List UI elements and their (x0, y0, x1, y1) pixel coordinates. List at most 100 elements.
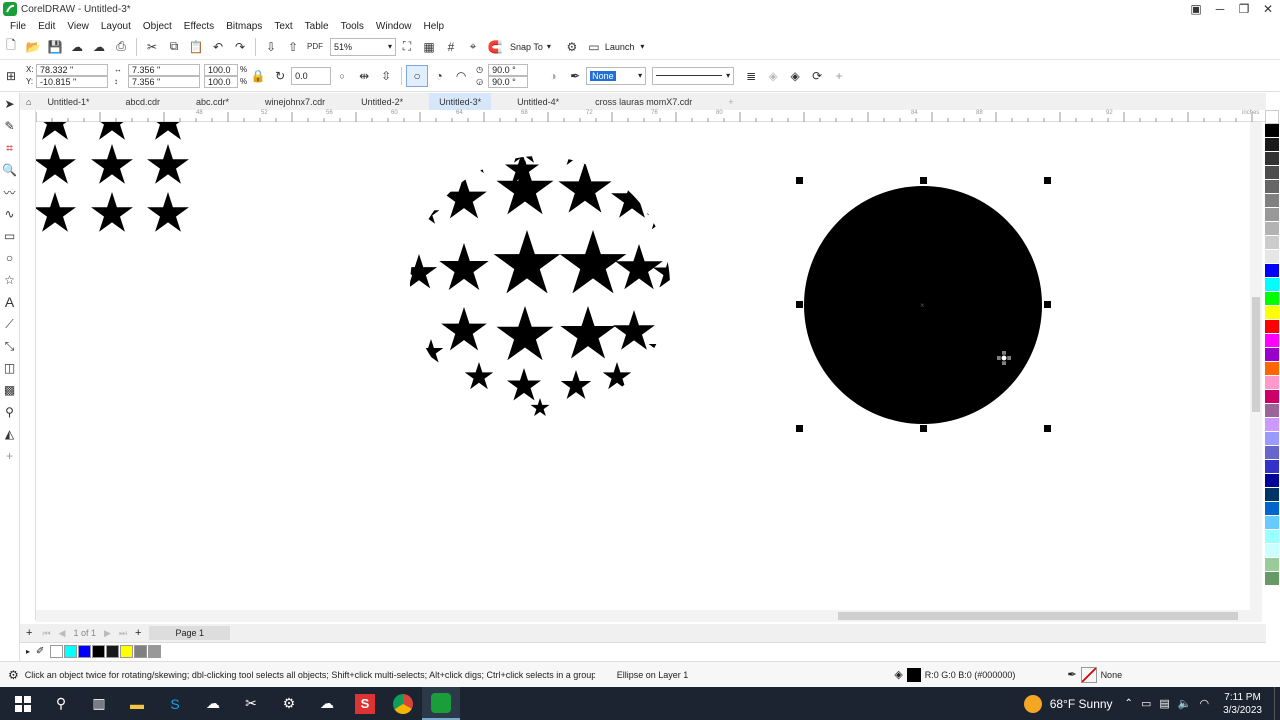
mirror-vertical-icon[interactable]: ⇳ (375, 65, 397, 87)
skype-icon[interactable]: S (156, 687, 194, 720)
pie-mode-icon[interactable]: ◔ (428, 65, 450, 87)
options-gear-icon[interactable]: ⚙ (561, 36, 583, 58)
artistic-media-icon[interactable]: ∿ (1, 203, 19, 225)
ellipse-tool-icon[interactable]: ○ (1, 247, 19, 269)
shape-tool-icon[interactable]: ✎ (1, 115, 19, 137)
windows-start-icon[interactable] (4, 687, 42, 720)
outline-width-dropdown[interactable]: None ▾ (586, 66, 647, 85)
drawing-canvas[interactable]: × (36, 122, 1258, 610)
x-position-input[interactable]: 78.332 " (36, 63, 108, 76)
palette-swatch[interactable] (1265, 166, 1279, 180)
tab-untitled-4[interactable]: Untitled-4* (507, 93, 569, 110)
volume-icon[interactable]: 🔈 (1178, 697, 1192, 710)
palette-swatch[interactable] (1265, 264, 1279, 278)
sunny-weather-icon[interactable] (1023, 694, 1042, 713)
palette-swatch[interactable] (1265, 334, 1279, 348)
selection-handle-bottom-right[interactable] (1044, 425, 1051, 432)
horizontal-ruler[interactable]: 48 52 56 60 64 68 72 76 80 84 88 92 inch… (36, 110, 1266, 122)
palette-swatch[interactable] (1265, 362, 1279, 376)
star-pattern-grid[interactable] (36, 122, 189, 232)
show-grid-icon[interactable]: # (440, 36, 462, 58)
undo-icon[interactable]: ↶ (207, 36, 229, 58)
palette-swatch[interactable] (1265, 502, 1279, 516)
horizontal-scrollbar[interactable] (36, 610, 1262, 622)
document-palette-swatch[interactable] (106, 645, 120, 658)
palette-swatch[interactable] (1265, 138, 1279, 152)
rotation-icon[interactable]: ↻ (269, 65, 291, 87)
object-origin-icon[interactable]: ⊞ (0, 65, 22, 87)
cloud-upload-icon[interactable]: ☁ (66, 36, 88, 58)
wps-icon[interactable]: S (346, 687, 384, 720)
text-tool-icon[interactable]: A (1, 291, 19, 313)
selection-handle-bottom-left[interactable] (796, 425, 803, 432)
document-palette-swatch[interactable] (120, 645, 134, 658)
weather-text[interactable]: 68°F Sunny (1050, 697, 1113, 711)
menu-effects[interactable]: Effects (184, 21, 214, 32)
add-tool-icon[interactable]: + (1, 445, 19, 467)
minimize-button[interactable]: ─ (1208, 0, 1232, 18)
mirror-horizontal-icon[interactable]: ⇹ (353, 65, 375, 87)
task-view-icon[interactable]: ▥ (80, 687, 118, 720)
drop-shadow-icon[interactable]: ◫ (1, 357, 19, 379)
clock-time[interactable]: 7:11 PM (1224, 691, 1261, 704)
menu-file[interactable]: File (10, 21, 26, 32)
palette-swatch[interactable] (1265, 390, 1279, 404)
redo-icon[interactable]: ↷ (229, 36, 251, 58)
add-page-icon[interactable]: + (26, 627, 32, 639)
menu-help[interactable]: Help (424, 21, 445, 32)
network-icon[interactable]: ▤ (1159, 697, 1169, 710)
status-gear-icon[interactable]: ⚙ (8, 668, 19, 682)
freehand-tool-icon[interactable]: 〰 (1, 181, 19, 203)
fill-color-swatch[interactable] (906, 667, 921, 682)
menu-view[interactable]: View (67, 21, 89, 32)
vertical-scrollbar[interactable] (1250, 122, 1262, 610)
palette-swatch[interactable] (1265, 320, 1279, 334)
pdf-icon[interactable]: PDF (304, 36, 326, 58)
palette-swatch[interactable] (1265, 488, 1279, 502)
vertical-ruler[interactable] (20, 110, 36, 620)
document-palette-swatch[interactable] (50, 645, 64, 658)
rectangle-tool-icon[interactable]: ▭ (1, 225, 19, 247)
cloud-app-icon[interactable]: ☁ (308, 687, 346, 720)
selection-handle-right[interactable] (1044, 301, 1051, 308)
launch-dropdown[interactable]: Launch (605, 42, 635, 52)
palette-swatch[interactable] (1265, 474, 1279, 488)
scale-height-input[interactable]: 100.0 (204, 75, 238, 88)
palette-swatch[interactable] (1265, 292, 1279, 306)
palette-swatch[interactable] (1265, 348, 1279, 362)
new-tab-icon[interactable]: + (718, 93, 743, 110)
palette-swatch[interactable] (1265, 516, 1279, 530)
parallel-dimension-icon[interactable]: ⟋ (1, 313, 19, 335)
menu-tools[interactable]: Tools (341, 21, 364, 32)
palette-swatch[interactable] (1265, 544, 1279, 558)
tab-abcd[interactable]: abcd.cdr (115, 93, 170, 110)
palette-swatch[interactable] (1265, 404, 1279, 418)
selection-handle-top-right[interactable] (1044, 177, 1051, 184)
menu-text[interactable]: Text (274, 21, 292, 32)
help-icon[interactable]: ▣ (1184, 0, 1208, 18)
palette-swatch[interactable] (1265, 124, 1279, 138)
show-desktop-button[interactable] (1274, 687, 1280, 720)
chrome-icon[interactable] (384, 687, 422, 720)
star-sphere[interactable] (401, 132, 687, 416)
wifi-icon[interactable]: ◠ (1199, 697, 1209, 710)
tab-untitled-1[interactable]: Untitled-1* (37, 93, 99, 110)
palette-swatch[interactable] (1265, 250, 1279, 264)
object-height-input[interactable]: 7.356 " (128, 75, 200, 88)
transparency-tool-icon[interactable]: ▩ (1, 379, 19, 401)
palette-swatch[interactable] (1265, 572, 1279, 586)
palette-swatch[interactable] (1265, 306, 1279, 320)
palette-swatch[interactable] (1265, 558, 1279, 572)
ellipse-mode-icon[interactable]: ○ (406, 64, 429, 87)
zoom-tool-icon[interactable]: 🔍 (1, 159, 19, 181)
outline-none-swatch[interactable] (1080, 666, 1097, 683)
search-icon[interactable]: ⚲ (42, 687, 80, 720)
new-document-icon[interactable]: 🗋 (0, 36, 22, 58)
to-back-icon[interactable]: ◈ (784, 65, 806, 87)
palette-swatch[interactable] (1265, 180, 1279, 194)
eyedropper-icon[interactable]: ✐ (36, 646, 44, 657)
pick-tool-icon[interactable]: ➤ (1, 93, 19, 115)
tab-abc[interactable]: abc.cdr* (186, 93, 239, 110)
cloud-share-icon[interactable]: ☁ (88, 36, 110, 58)
last-page-icon[interactable]: ⏭ (119, 628, 127, 639)
